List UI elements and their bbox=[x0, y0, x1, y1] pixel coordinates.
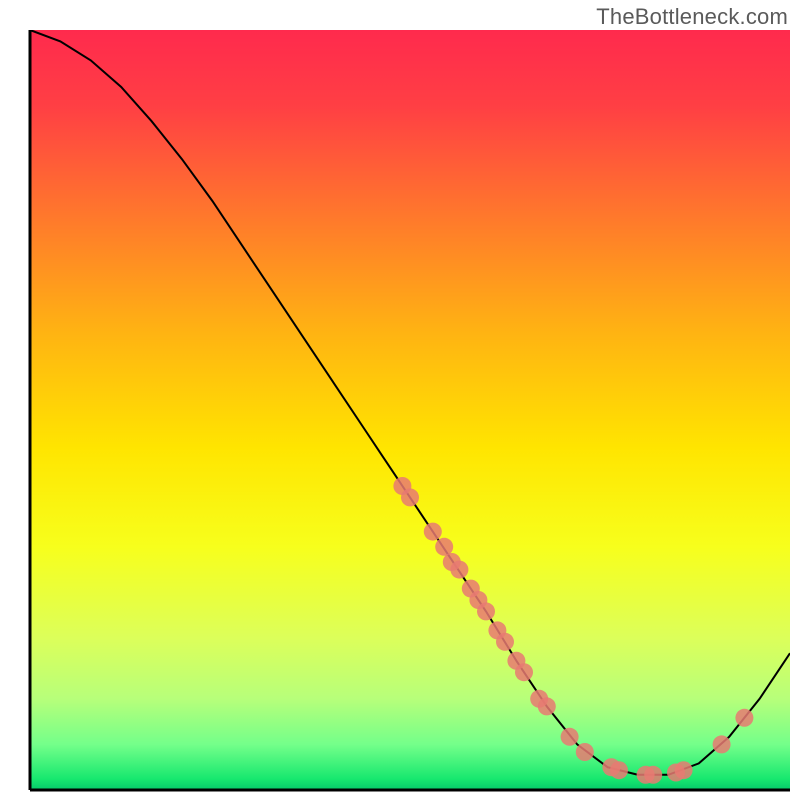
highlight-point bbox=[610, 761, 628, 779]
watermark-text: TheBottleneck.com bbox=[596, 4, 788, 30]
highlight-point bbox=[401, 488, 419, 506]
highlight-point bbox=[477, 602, 495, 620]
highlight-point bbox=[424, 523, 442, 541]
highlight-point bbox=[675, 761, 693, 779]
bottleneck-chart bbox=[0, 0, 800, 800]
highlight-point bbox=[450, 561, 468, 579]
highlight-point bbox=[538, 697, 556, 715]
highlight-point bbox=[735, 709, 753, 727]
highlight-point bbox=[576, 743, 594, 761]
highlight-point bbox=[713, 735, 731, 753]
highlight-point bbox=[515, 663, 533, 681]
chart-container: TheBottleneck.com bbox=[0, 0, 800, 800]
gradient-background bbox=[30, 30, 790, 790]
highlight-point bbox=[561, 728, 579, 746]
highlight-point bbox=[644, 766, 662, 784]
highlight-point bbox=[496, 633, 514, 651]
